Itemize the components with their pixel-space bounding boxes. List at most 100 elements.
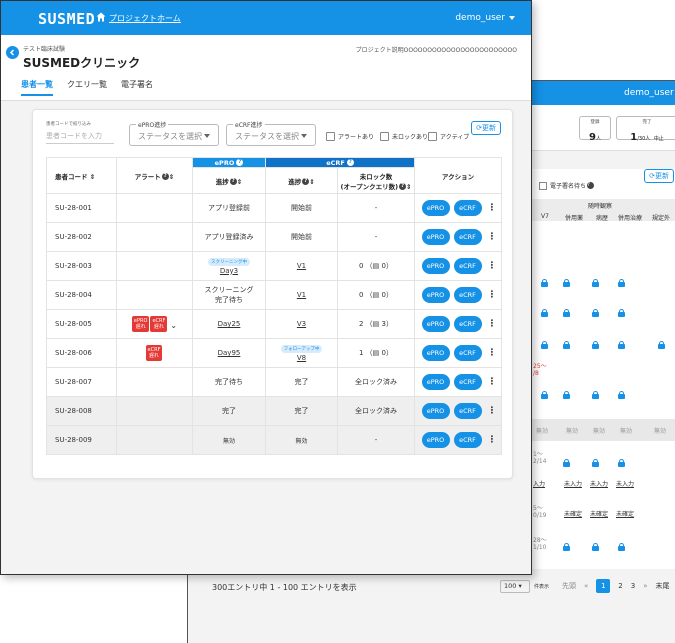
epro-button[interactable]: ePRO bbox=[421, 374, 450, 390]
more-icon[interactable]: ⋮ bbox=[488, 377, 497, 387]
epro-button[interactable]: ePRO bbox=[421, 258, 450, 274]
back-unconfirmed-1[interactable]: 未確定 bbox=[564, 509, 582, 518]
ecrf-button[interactable]: eCRF bbox=[453, 200, 482, 216]
epro-progress[interactable]: Day95 bbox=[218, 349, 241, 357]
epro-button[interactable]: ePRO bbox=[421, 403, 450, 419]
unlock-cell: - bbox=[337, 222, 415, 252]
ecrf-progress[interactable]: V1 bbox=[297, 262, 306, 270]
pager-next[interactable]: » bbox=[643, 582, 647, 590]
ecrf-button[interactable]: eCRF bbox=[453, 403, 482, 419]
refresh-button[interactable]: ⟳更新 bbox=[471, 121, 501, 135]
alert-badge: eCRF 遅れ bbox=[145, 345, 163, 361]
table-row[interactable]: SU-28-006 eCRF 遅れ Day95 フォローアップ中 V8 1 （▤ 0… bbox=[46, 338, 502, 368]
col-ecrf-progress[interactable]: 進捗? ⇕ bbox=[265, 167, 338, 194]
tab-patients[interactable]: 患者一覧 bbox=[21, 79, 53, 96]
epro-button[interactable]: ePRO bbox=[421, 287, 450, 303]
project-home-link[interactable]: プロジェクトホーム bbox=[109, 13, 181, 24]
ecrf-button[interactable]: eCRF bbox=[453, 345, 482, 361]
table-row[interactable]: SU-28-002 アプリ登録済み 開始前 - ePRO eCRF ⋮ bbox=[46, 222, 502, 252]
col-epro-progress[interactable]: 進捗? ⇕ bbox=[192, 167, 266, 194]
back-unentered-2[interactable]: 未入力 bbox=[590, 479, 608, 488]
more-icon[interactable]: ⋮ bbox=[488, 261, 497, 271]
epro-button[interactable]: ePRO bbox=[421, 229, 450, 245]
pager-page-1[interactable]: 1 bbox=[596, 579, 611, 593]
ecrf-cell: 完了 bbox=[265, 367, 338, 397]
ecrf-button[interactable]: eCRF bbox=[453, 374, 482, 390]
epro-progress[interactable]: Day3 bbox=[220, 267, 238, 275]
back-refresh-button[interactable]: ⟳更新 bbox=[644, 169, 674, 183]
back-unconfirmed-3[interactable]: 未確定 bbox=[616, 509, 634, 518]
pager-page-2[interactable]: 2 bbox=[618, 582, 622, 590]
epro-button[interactable]: ePRO bbox=[421, 345, 450, 361]
back-unentered-3[interactable]: 未入力 bbox=[616, 479, 634, 488]
pager-last[interactable]: 末尾 bbox=[656, 581, 670, 591]
back-col-meds: 併用薬 bbox=[565, 215, 584, 222]
col-unlocked[interactable]: 未ロック数 (オープンクエリ数)? ⇕ bbox=[337, 167, 415, 194]
action-cell: ePRO eCRF ⋮ bbox=[414, 222, 502, 252]
epro-cell: 無効 bbox=[192, 425, 266, 455]
back-unconfirmed-2[interactable]: 未確定 bbox=[590, 509, 608, 518]
brand-logo[interactable]: SUSMED bbox=[38, 10, 95, 28]
ecrf-button[interactable]: eCRF bbox=[453, 229, 482, 245]
tab-esign[interactable]: 電子署名 bbox=[121, 79, 153, 96]
ecrf-filter[interactable]: eCRF進捗 ステータスを選択 bbox=[226, 120, 316, 147]
back-na-2: 無効 bbox=[566, 428, 579, 435]
epro-button[interactable]: ePRO bbox=[421, 432, 450, 448]
epro-button[interactable]: ePRO bbox=[421, 200, 450, 216]
col-alert[interactable]: アラート? ⇕ bbox=[116, 157, 193, 194]
code-filter-label: 患者コードで絞り込み bbox=[46, 122, 91, 127]
back-r3[interactable]: 入力 bbox=[533, 479, 545, 488]
back-unentered-1[interactable]: 未入力 bbox=[564, 479, 582, 488]
page-header: テスト臨床試験 SUSMEDクリニック プロジェクト説明OOOOOOOOOOOO… bbox=[1, 35, 531, 101]
more-icon[interactable]: ⋮ bbox=[488, 435, 497, 445]
table-row[interactable]: SU-28-008 完了 完了 全ロック済み ePRO eCRF ⋮ bbox=[46, 396, 502, 426]
back-sig-filter[interactable]: 電子署名待ち? bbox=[539, 181, 595, 190]
table-row[interactable]: SU-28-009 無効 無効 - ePRO eCRF ⋮ bbox=[46, 425, 502, 455]
code-filter-input[interactable]: 患者コードを入力 bbox=[46, 131, 114, 144]
ecrf-button[interactable]: eCRF bbox=[453, 316, 482, 332]
pager-page-3[interactable]: 3 bbox=[631, 582, 635, 590]
more-icon[interactable]: ⋮ bbox=[488, 232, 497, 242]
epro-progress: アプリ登録済み bbox=[204, 233, 254, 241]
table-row[interactable]: SU-28-003 スクリーニング中 Day3 V1 0 （▤ 0） ePRO eC… bbox=[46, 251, 502, 281]
unlock-cell: 全ロック済み bbox=[337, 396, 415, 426]
ecrf-button[interactable]: eCRF bbox=[453, 287, 482, 303]
epro-button[interactable]: ePRO bbox=[421, 316, 450, 332]
back-user-menu[interactable]: demo_user bbox=[624, 88, 675, 98]
table-row[interactable]: SU-28-007 完了待ち 完了 全ロック済み ePRO eCRF ⋮ bbox=[46, 367, 502, 397]
filter-alert-checkbox[interactable]: アラートあり bbox=[326, 132, 374, 141]
back-icon[interactable] bbox=[6, 46, 19, 59]
more-icon[interactable]: ⋮ bbox=[488, 290, 497, 300]
filter-active-checkbox[interactable]: アクティブ bbox=[428, 132, 469, 141]
more-icon[interactable]: ⋮ bbox=[488, 203, 497, 213]
user-menu[interactable]: demo_user bbox=[455, 13, 515, 23]
pager: 先頭 « 1 2 3 » 末尾 bbox=[562, 579, 670, 593]
action-cell: ePRO eCRF ⋮ bbox=[414, 367, 502, 397]
ecrf-progress[interactable]: V8 bbox=[297, 354, 306, 362]
home-icon bbox=[96, 12, 106, 22]
table-row[interactable]: SU-28-001 アプリ登録前 開始前 - ePRO eCRF ⋮ bbox=[46, 193, 502, 223]
chevron-down-icon[interactable]: ⌄ bbox=[170, 321, 177, 330]
more-icon[interactable]: ⋮ bbox=[488, 406, 497, 416]
epro-filter[interactable]: ePRO進捗 ステータスを選択 bbox=[129, 120, 219, 147]
filter-unlocked-checkbox[interactable]: 未ロックあり bbox=[380, 132, 428, 141]
epro-cell: アプリ登録済み bbox=[192, 222, 266, 252]
ecrf-progress[interactable]: V3 bbox=[297, 320, 306, 328]
ecrf-button[interactable]: eCRF bbox=[453, 432, 482, 448]
back-r2: 1～ 2/14 bbox=[533, 451, 547, 465]
pager-prev[interactable]: « bbox=[584, 582, 588, 590]
ecrf-progress[interactable]: V1 bbox=[297, 291, 306, 299]
pager-first[interactable]: 先頭 bbox=[562, 581, 576, 591]
ecrf-button[interactable]: eCRF bbox=[453, 258, 482, 274]
table-row[interactable]: SU-28-004 スクリーニング 完了待ち V1 0 （▤ 0） ePRO eCR… bbox=[46, 280, 502, 310]
col-patient-code[interactable]: 患者コード ⇕ bbox=[46, 157, 117, 194]
ecrf-cell: 開始前 bbox=[265, 222, 338, 252]
per-page-select[interactable]: 100 ▾ bbox=[500, 580, 530, 593]
col-action: アクション bbox=[414, 157, 502, 194]
table-row[interactable]: SU-28-005 ePRO 遅れeCRF 遅れ ⌄ Day25 V3 2 （▤ 3）… bbox=[46, 309, 502, 339]
tab-queries[interactable]: クエリ一覧 bbox=[67, 79, 107, 96]
more-icon[interactable]: ⋮ bbox=[488, 348, 497, 358]
back-na-1: 無効 bbox=[536, 428, 549, 435]
epro-progress[interactable]: Day25 bbox=[218, 320, 241, 328]
more-icon[interactable]: ⋮ bbox=[488, 319, 497, 329]
